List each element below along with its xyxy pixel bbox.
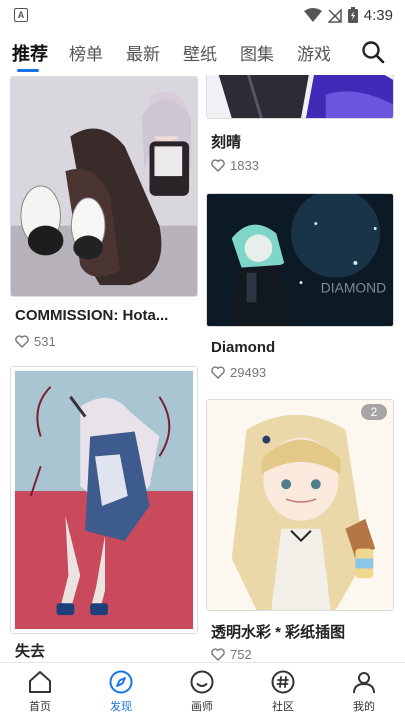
search-icon[interactable]	[361, 40, 385, 64]
home-icon	[29, 671, 51, 693]
artwork-card[interactable]: DIAMOND	[206, 193, 394, 327]
status-bar: A 4:39	[0, 0, 405, 30]
heart-icon	[211, 159, 225, 172]
status-time: 4:39	[363, 6, 393, 24]
no-signal-icon	[327, 7, 342, 23]
heart-icon	[15, 335, 29, 348]
tab-albums[interactable]: 图集	[240, 40, 274, 65]
nav-me[interactable]: 我的	[334, 669, 394, 714]
artwork-title[interactable]: 透明水彩 * 彩纸插图	[211, 621, 391, 642]
nav-home[interactable]: 首页	[10, 669, 70, 714]
compass-icon	[109, 670, 133, 694]
artwork-card[interactable]	[206, 75, 394, 119]
person-icon	[353, 672, 375, 694]
svg-text:DIAMOND: DIAMOND	[321, 280, 386, 296]
image-count-badge: 2	[361, 404, 387, 420]
artwork-image[interactable]: DIAMOND	[207, 194, 393, 326]
tab-latest[interactable]: 最新	[126, 40, 160, 65]
category-tabs: 推荐 榜单 最新 壁纸 图集 游戏	[0, 30, 405, 78]
tab-wallpapers[interactable]: 壁纸	[183, 40, 217, 65]
artwork-card[interactable]: 2	[206, 399, 394, 611]
artwork-feed: COMMISSION: Hota... 531 失去 刻晴 1833 DIAMO…	[0, 75, 405, 662]
artwork-image[interactable]	[207, 400, 393, 610]
heart-icon	[211, 366, 225, 379]
wifi-icon	[303, 7, 322, 22]
battery-icon	[347, 7, 358, 23]
artwork-image[interactable]	[11, 77, 197, 296]
nav-community[interactable]: 社区	[253, 669, 313, 714]
tab-rankings[interactable]: 榜单	[69, 40, 103, 65]
tab-games[interactable]: 游戏	[297, 40, 331, 65]
artwork-card[interactable]	[10, 366, 198, 634]
like-count[interactable]: 1833	[211, 158, 259, 173]
bottom-navigation: 首页 发现 画师 社区 我的	[0, 662, 405, 720]
artwork-card[interactable]	[10, 76, 198, 297]
artwork-image[interactable]	[11, 367, 197, 633]
like-count[interactable]: 531	[15, 334, 56, 349]
hash-icon	[271, 670, 295, 694]
artwork-image[interactable]	[207, 75, 393, 118]
artwork-title[interactable]: Diamond	[211, 339, 391, 356]
tab-recommended[interactable]: 推荐	[12, 40, 48, 66]
smiley-icon	[190, 670, 214, 694]
active-tab-indicator	[17, 69, 39, 72]
heart-icon	[211, 648, 225, 661]
like-count[interactable]: 29493	[211, 365, 266, 380]
like-count[interactable]: 752	[211, 647, 252, 662]
artwork-title[interactable]: 失去	[15, 640, 195, 661]
artwork-title[interactable]: 刻晴	[211, 131, 391, 152]
app-notification-icon: A	[14, 8, 28, 22]
nav-discover[interactable]: 发现	[91, 669, 151, 714]
nav-artists[interactable]: 画师	[172, 669, 232, 714]
artwork-title[interactable]: COMMISSION: Hota...	[15, 307, 195, 324]
